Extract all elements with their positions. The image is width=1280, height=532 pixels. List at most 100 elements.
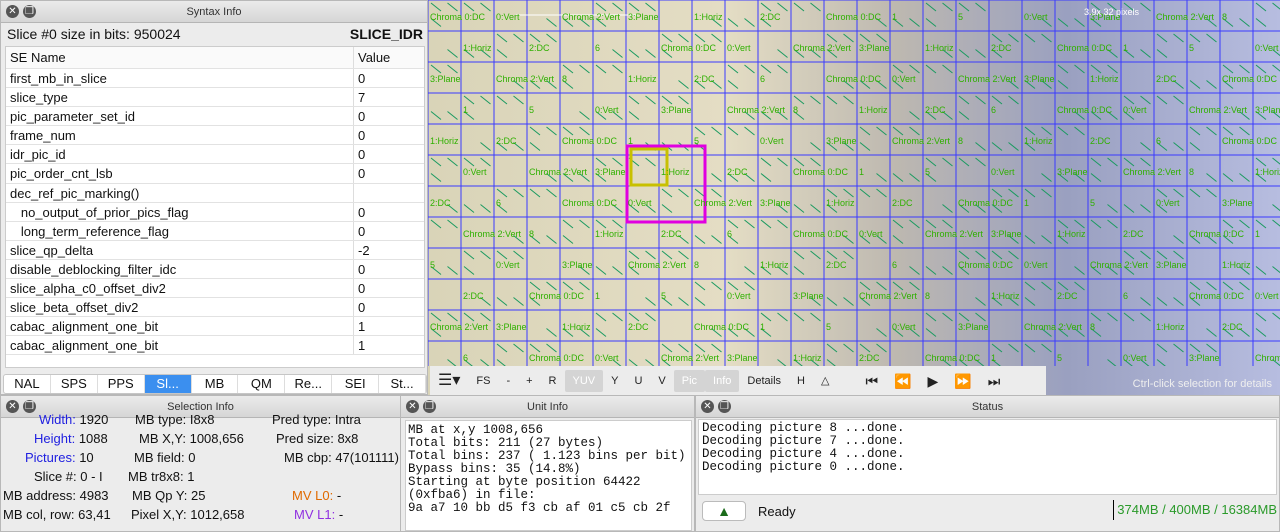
toolbar-button-2[interactable]: - — [498, 370, 518, 392]
mb-mode-label: Chroma 0:DC — [958, 198, 1014, 208]
table-row[interactable]: slice_qp_delta -2 — [6, 240, 424, 260]
mode-arrow — [1156, 359, 1166, 366]
mode-arrow — [810, 157, 821, 167]
toolbar-button-3[interactable]: + — [518, 370, 540, 392]
float-icon[interactable]: ❐ — [23, 5, 36, 18]
table-row[interactable]: first_mb_in_slice 0 — [6, 69, 424, 89]
field-value: 8x8 — [337, 431, 359, 446]
field-label: MB type: — [135, 412, 187, 427]
toolbar-button-14[interactable]: ⏮ — [857, 370, 886, 392]
field-label: MB col, row: — [3, 507, 75, 522]
toolbar-button-15[interactable]: ⏪ — [886, 370, 919, 392]
close-icon[interactable]: ✕ — [6, 400, 19, 413]
close-icon[interactable]: ✕ — [6, 5, 19, 18]
tab-mb[interactable]: MB — [192, 375, 239, 393]
table-row[interactable]: dec_ref_pic_marking() — [6, 183, 424, 203]
mode-arrow — [1140, 250, 1151, 260]
tab-re[interactable]: Re... — [285, 375, 333, 393]
se-value: 0 — [358, 223, 366, 239]
se-value: 0 — [358, 109, 366, 125]
table-row[interactable]: long_term_reference_flag 0 — [6, 221, 424, 241]
toolbar-button-4[interactable]: R — [541, 370, 565, 392]
toolbar-button-10[interactable]: Info — [705, 369, 740, 392]
mb-mode-label: 6 — [727, 229, 732, 239]
float-icon[interactable]: ❐ — [423, 400, 436, 413]
syntax-table[interactable]: SE Name Value first_mb_in_slice 0 slice_typ… — [5, 46, 425, 368]
mode-arrow — [744, 281, 755, 291]
toolbar-button-5[interactable]: YUV — [564, 369, 604, 392]
mode-arrow — [826, 188, 838, 198]
mode-arrow — [909, 111, 920, 120]
close-icon[interactable]: ✕ — [406, 400, 419, 413]
mode-arrow — [876, 343, 887, 353]
mode-arrow — [546, 126, 557, 136]
mode-arrow — [942, 266, 953, 275]
mode-arrow — [777, 157, 788, 167]
tab-qm[interactable]: QM — [238, 375, 286, 393]
float-icon[interactable]: ❐ — [718, 400, 731, 413]
table-row[interactable]: slice_alpha_c0_offset_div2 0 — [6, 279, 424, 299]
se-value: 7 — [358, 90, 366, 106]
tab-pps[interactable]: PPS — [98, 375, 145, 393]
table-row[interactable]: slice_beta_offset_div2 0 — [6, 298, 424, 318]
mode-arrow — [612, 2, 623, 12]
tab-sl[interactable]: Sl... — [144, 375, 192, 393]
mode-arrow — [1074, 64, 1085, 74]
mode-arrow — [876, 328, 887, 337]
video-view[interactable]: Chroma 0:DC 0:Vert Chroma 2:Vert 3:Plane 1:H… — [428, 0, 1280, 395]
hint-text: Ctrl-click selection for details — [1132, 378, 1272, 390]
toolbar-button-9[interactable]: Pic — [673, 369, 706, 392]
mode-arrow — [1206, 126, 1217, 136]
toolbar-button-1[interactable]: FS — [468, 370, 498, 392]
se-value: 0 — [358, 204, 366, 220]
tab-sei[interactable]: SEI — [332, 375, 380, 393]
toolbar-button-18[interactable]: ⏭ — [980, 370, 1009, 392]
tab-nal[interactable]: NAL — [4, 375, 51, 393]
table-row[interactable]: pic_order_cnt_lsb 0 — [6, 164, 424, 184]
table-row[interactable]: cabac_alignment_one_bit 1 — [6, 317, 424, 337]
field-value: 0 - I — [80, 469, 103, 484]
toolbar-button-11[interactable]: Details — [739, 370, 789, 392]
mode-arrow — [1272, 312, 1280, 320]
toolbar-button-7[interactable]: U — [626, 370, 650, 392]
mb-mode-label: 3:Plane — [661, 105, 692, 115]
mode-arrow — [991, 343, 1003, 353]
field-mbcbp: MB cbp: 47(101111) — [284, 450, 399, 465]
tab-sps[interactable]: SPS — [51, 375, 98, 393]
mode-arrow — [430, 157, 442, 167]
mode-arrow — [1272, 266, 1280, 274]
float-icon[interactable]: ❐ — [23, 400, 36, 413]
table-row[interactable]: idr_pic_id 0 — [6, 145, 424, 165]
mode-arrow — [463, 157, 475, 167]
table-row[interactable]: pic_parameter_set_id 0 — [6, 107, 424, 127]
mode-arrow — [1024, 188, 1036, 198]
close-icon[interactable]: ✕ — [701, 400, 714, 413]
table-row[interactable]: no_output_of_prior_pics_flag 0 — [6, 202, 424, 222]
mb-mode-label: 3:Plane — [496, 322, 527, 332]
mode-arrow — [1156, 343, 1168, 353]
field-height: Height: 1088 — [34, 431, 108, 446]
mode-arrow — [892, 235, 904, 244]
toolbar-button-13[interactable]: △ — [813, 370, 837, 392]
toolbar-button-17[interactable]: ⏩ — [946, 370, 979, 392]
col-value[interactable]: Value — [354, 47, 390, 68]
toolbar-button-16[interactable]: ▶ — [920, 370, 947, 392]
table-row[interactable]: cabac_alignment_one_bit 1 — [6, 336, 424, 356]
toolbar-button-8[interactable]: V — [650, 370, 673, 392]
toolbar-button-0[interactable]: ☰▾ — [430, 370, 468, 392]
mb-mode-label: 0:Vert — [595, 105, 619, 115]
toolbar-button-6[interactable]: Y — [603, 370, 626, 392]
mb-mode-label: Chroma 0:DC — [1189, 229, 1245, 239]
mb-mode-label: 2:DC — [991, 43, 1012, 53]
col-se-name[interactable]: SE Name — [6, 47, 354, 68]
mb-mode-label: 8 — [793, 105, 798, 115]
table-row[interactable]: disable_deblocking_filter_idc 0 — [6, 259, 424, 280]
mb-mode-label: 0:Vert — [1024, 12, 1048, 22]
mode-arrow — [463, 250, 475, 260]
table-row[interactable]: slice_type 7 — [6, 88, 424, 108]
tab-st[interactable]: St... — [379, 375, 427, 393]
mode-arrow — [430, 219, 442, 229]
warning-button[interactable]: ▲ — [702, 501, 746, 521]
table-row[interactable]: frame_num 0 — [6, 126, 424, 146]
toolbar-button-12[interactable]: H — [789, 370, 813, 392]
